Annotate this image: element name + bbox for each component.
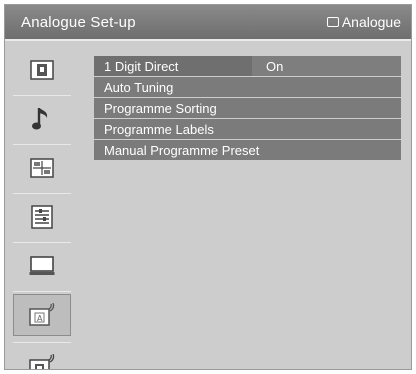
menu-item-label: Programme Labels: [104, 121, 214, 137]
sidebar-item-picture[interactable]: [13, 49, 71, 91]
picture-icon: [30, 60, 54, 80]
menu-item-label: Auto Tuning: [104, 79, 174, 95]
sidebar-item-sound[interactable]: [13, 98, 71, 140]
sidebar-divider: [13, 95, 71, 96]
menu-item-auto-tuning[interactable]: Auto Tuning: [94, 77, 401, 97]
settings-list-icon: [31, 205, 53, 229]
screen-layout-icon: [30, 158, 54, 178]
sidebar-item-screen[interactable]: [13, 147, 71, 189]
music-note-icon: [32, 108, 48, 130]
sidebar-divider: [13, 242, 71, 243]
input-source-icon: [326, 17, 339, 27]
menu-item-label: Manual Programme Preset: [104, 142, 260, 158]
sidebar-item-analogue-setup[interactable]: A: [13, 294, 71, 336]
menu-item-1-digit-direct[interactable]: 1 Digit Direct On: [94, 56, 401, 76]
header-divider: [5, 39, 411, 41]
input-source-indicator: Analogue: [326, 14, 401, 30]
tv-menu-screen: Analogue Set-up Analogue A 1 Digit Direc…: [4, 4, 412, 370]
analogue-antenna-icon: A: [29, 303, 55, 326]
sidebar-item-setup[interactable]: [13, 196, 71, 238]
page-title: Analogue Set-up: [21, 14, 136, 31]
sidebar-divider: [13, 193, 71, 194]
menu-item-label: Programme Sorting: [104, 100, 217, 116]
menu-item-programme-sorting[interactable]: Programme Sorting: [94, 98, 401, 118]
sidebar-divider: [13, 144, 71, 145]
input-source-label: Analogue: [341, 14, 401, 30]
digital-antenna-icon: [29, 354, 55, 369]
sidebar-item-digital-setup[interactable]: [13, 345, 71, 369]
sidebar-item-pc[interactable]: [13, 245, 71, 287]
menu-item-value[interactable]: On: [252, 56, 401, 76]
menu-item-programme-labels[interactable]: Programme Labels: [94, 119, 401, 139]
svg-text:A: A: [37, 314, 43, 323]
sidebar: A: [5, 43, 81, 369]
sidebar-divider: [13, 291, 71, 292]
title-bar: Analogue Set-up Analogue: [5, 5, 411, 39]
monitor-icon: [29, 256, 55, 275]
settings-menu: 1 Digit Direct On Auto Tuning Programme …: [94, 56, 401, 161]
sidebar-divider: [13, 342, 71, 343]
menu-item-manual-programme-preset[interactable]: Manual Programme Preset: [94, 140, 401, 160]
menu-item-label: 1 Digit Direct: [104, 58, 179, 74]
